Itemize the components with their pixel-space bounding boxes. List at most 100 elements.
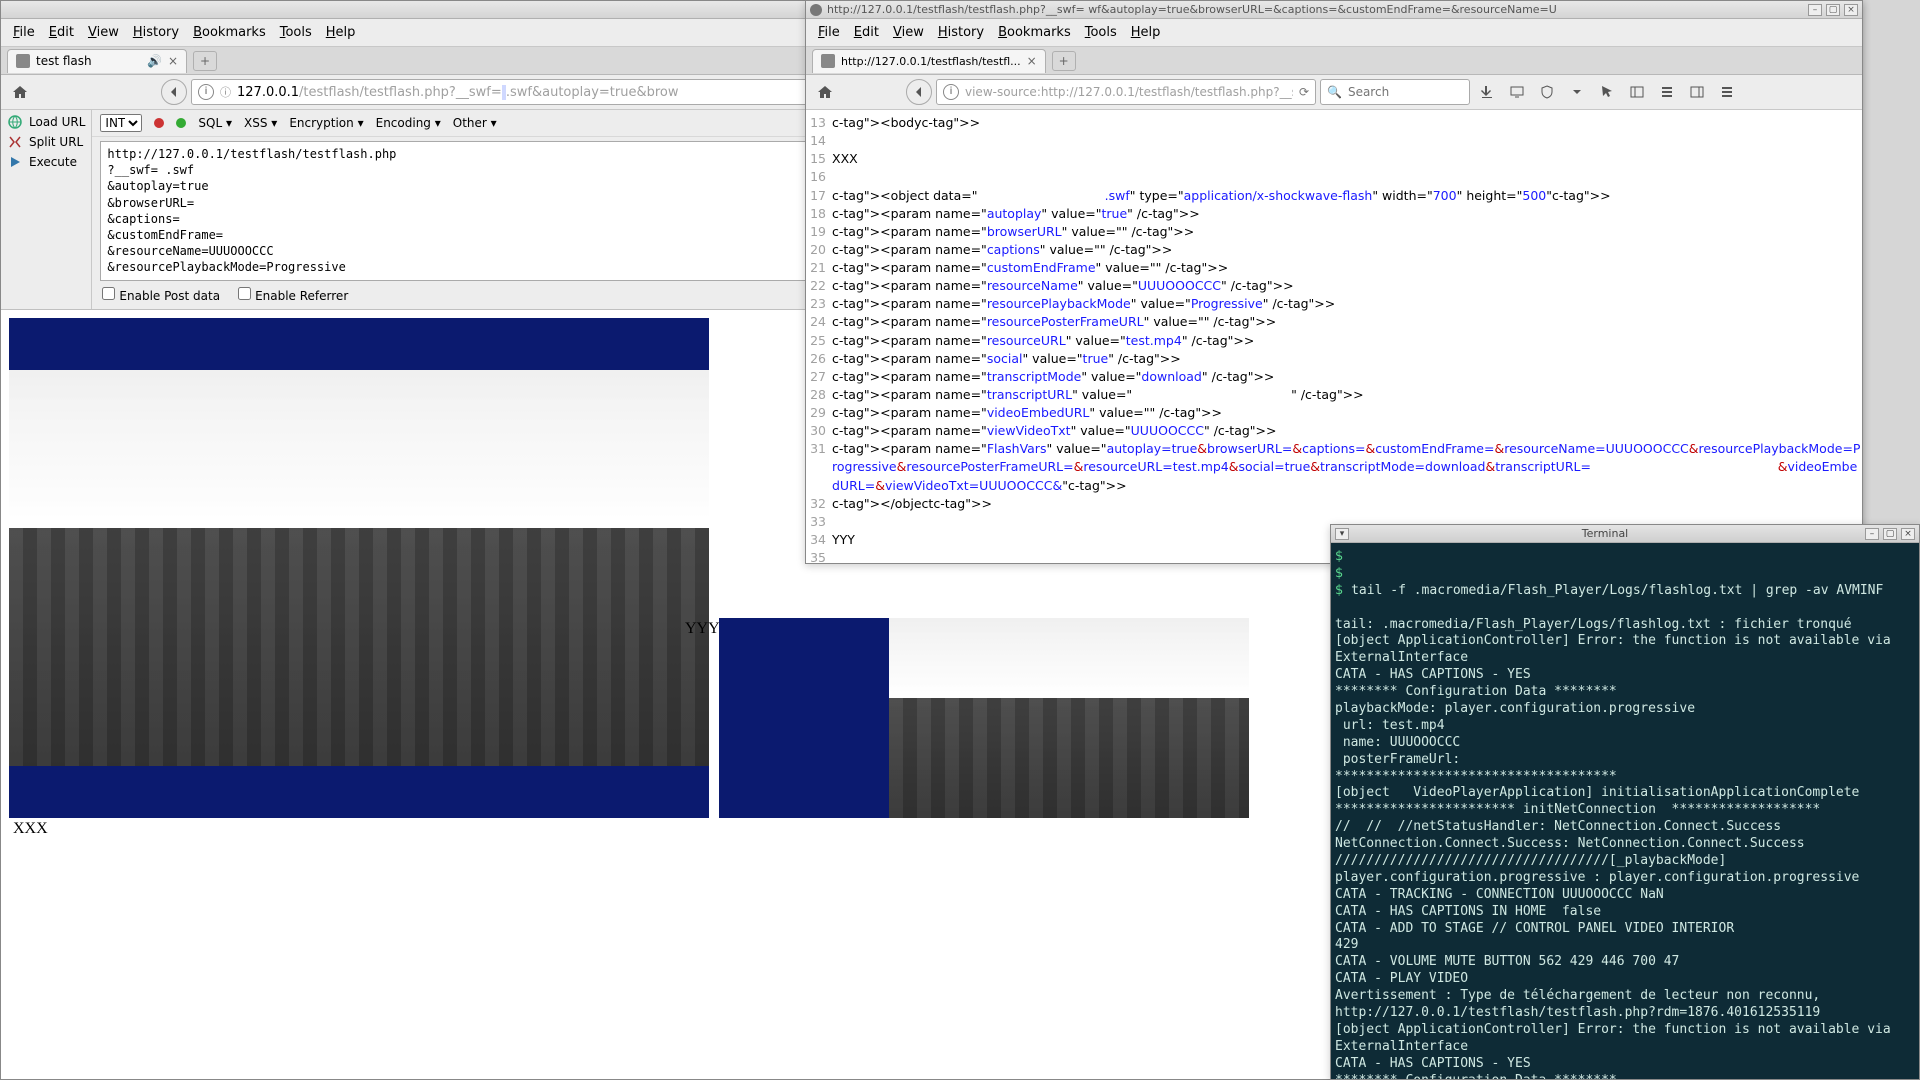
menu-file[interactable]: File (812, 23, 846, 42)
menu-view[interactable]: View (887, 23, 930, 42)
titlebar[interactable]: ▾ Terminal – ▢ × (1331, 525, 1919, 543)
tab-favicon (821, 54, 835, 68)
window-close-button[interactable]: × (1901, 528, 1915, 540)
menubar[interactable]: FileEditViewHistoryBookmarksToolsHelp (806, 19, 1862, 47)
home-icon (817, 84, 833, 100)
dropdown-button[interactable] (1564, 79, 1590, 105)
hackbar-menu-xss[interactable]: XSS ▾ (244, 116, 277, 130)
window-close-button[interactable]: × (1844, 4, 1858, 16)
menu-help[interactable]: Help (1125, 23, 1167, 42)
menu-tools[interactable]: Tools (1079, 23, 1123, 42)
tabstrip[interactable]: http://127.0.0.1/testflash/testfl... × + (806, 47, 1862, 75)
back-button[interactable] (161, 79, 187, 105)
terminal-title: Terminal (1582, 527, 1629, 540)
titlebar[interactable]: http://127.0.0.1/testflash/testflash.php… (806, 1, 1862, 19)
url-text: view-source:http://127.0.0.1/testflash/t… (965, 85, 1293, 99)
home-button[interactable] (7, 79, 33, 105)
globe-icon (7, 114, 23, 130)
source-line: 27c-tag"><param name="transcriptMode" va… (806, 368, 1862, 386)
split-icon (7, 134, 23, 150)
back-button[interactable] (906, 79, 932, 105)
url-bar[interactable]: i view-source:http://127.0.0.1/testflash… (936, 79, 1316, 105)
source-line: 29c-tag"><param name="videoEmbedURL" val… (806, 404, 1862, 422)
hackbar-enable-referrer[interactable]: Enable Referrer (238, 287, 348, 303)
flash-object-2[interactable] (719, 618, 1249, 818)
terminal-window[interactable]: ▾ Terminal – ▢ × $ $ $ tail -f .macromed… (1330, 524, 1920, 1080)
extension-button[interactable] (1534, 79, 1560, 105)
window-minimize-button[interactable]: – (1808, 4, 1822, 16)
sidebar-button[interactable] (1624, 79, 1650, 105)
menu-help[interactable]: Help (320, 23, 362, 42)
reload-icon[interactable]: ⟳ (1299, 85, 1309, 99)
source-line: 19c-tag"><param name="browserURL" value=… (806, 223, 1862, 241)
pick-element-button[interactable] (1594, 79, 1620, 105)
site-info-icon[interactable]: i (198, 84, 214, 100)
new-tab-button[interactable]: + (1052, 51, 1076, 71)
tab-mute-icon[interactable]: 🔊 (147, 54, 162, 68)
tab-favicon (16, 54, 30, 68)
label-xxx: XXX (9, 818, 709, 840)
firefox-window-viewsource[interactable]: http://127.0.0.1/testflash/testflash.php… (805, 0, 1863, 564)
terminal-output[interactable]: $ $ $ tail -f .macromedia/Flash_Player/L… (1331, 543, 1919, 1079)
hamburger-icon (1719, 84, 1735, 100)
home-icon (12, 84, 28, 100)
shield-icon (1539, 84, 1555, 100)
menu-history[interactable]: History (932, 23, 990, 42)
downloads-button[interactable] (1474, 79, 1500, 105)
hackbar-db-select[interactable]: INT (100, 114, 142, 132)
menu-edit[interactable]: Edit (848, 23, 885, 42)
tab-close-icon[interactable]: × (1027, 54, 1037, 68)
menu-edit[interactable]: Edit (43, 23, 80, 42)
connection-icon: ⓘ (220, 84, 231, 100)
hackbar-menu-other[interactable]: Other ▾ (453, 116, 497, 130)
hackbar-split-url[interactable]: Split URL (7, 134, 85, 150)
hackbar-execute[interactable]: Execute (7, 154, 85, 170)
menu-bookmarks[interactable]: Bookmarks (992, 23, 1077, 42)
menu-bookmarks[interactable]: Bookmarks (187, 23, 272, 42)
hackbar-menu-sql[interactable]: SQL ▾ (198, 116, 232, 130)
label-yyy: YYY (681, 618, 1211, 640)
panel-icon (1629, 84, 1645, 100)
hackbar-load-url[interactable]: Load URL (7, 114, 85, 130)
tab-viewsource[interactable]: http://127.0.0.1/testflash/testfl... × (812, 49, 1046, 73)
tab-close-icon[interactable]: × (168, 54, 178, 68)
search-input[interactable] (1348, 85, 1463, 99)
home-button[interactable] (812, 79, 838, 105)
terminal-menu-button[interactable]: ▾ (1335, 528, 1349, 540)
source-line: 18c-tag"><param name="autoplay" value="t… (806, 205, 1862, 223)
app-menu-button[interactable] (1654, 79, 1680, 105)
titlebar-text: http://127.0.0.1/testflash/testflash.php… (827, 3, 1557, 16)
new-tab-button[interactable]: + (193, 51, 217, 71)
source-line: 15XXX (806, 150, 1862, 168)
source-line: 24c-tag"><param name="resourcePosterFram… (806, 313, 1862, 331)
flash-object-1[interactable] (9, 318, 709, 818)
panel-right-button[interactable] (1684, 79, 1710, 105)
dot-red-icon[interactable] (154, 118, 164, 128)
window-maximize-button[interactable]: ▢ (1883, 528, 1897, 540)
view-source-content[interactable]: 13c-tag"><bodyc-tag">>1415XXX1617c-tag">… (806, 110, 1862, 563)
arrow-left-icon (911, 84, 927, 100)
hackbar-menu-encoding[interactable]: Encoding ▾ (376, 116, 441, 130)
hamburger-icon (1659, 84, 1675, 100)
dot-green-icon[interactable] (176, 118, 186, 128)
window-maximize-button[interactable]: ▢ (1826, 4, 1840, 16)
cursor-icon (1599, 84, 1615, 100)
menu-history[interactable]: History (127, 23, 185, 42)
hackbar-menu-encryption[interactable]: Encryption ▾ (289, 116, 363, 130)
site-info-icon[interactable]: i (943, 84, 959, 100)
hackbar-enable-post[interactable]: Enable Post data (102, 287, 220, 303)
screenshot-button[interactable] (1504, 79, 1530, 105)
source-line: 17c-tag"><object data=" .swf" type="appl… (806, 187, 1862, 205)
search-box[interactable]: 🔍 (1320, 79, 1470, 105)
menu-file[interactable]: File (7, 23, 41, 42)
menu-view[interactable]: View (82, 23, 125, 42)
source-line: 13c-tag"><bodyc-tag">> (806, 114, 1862, 132)
overflow-menu-button[interactable] (1714, 79, 1740, 105)
window-minimize-button[interactable]: – (1865, 528, 1879, 540)
tab-testflash[interactable]: test flash 🔊 × (7, 49, 187, 73)
navbar: i view-source:http://127.0.0.1/testflash… (806, 75, 1862, 110)
titlebar-favicon (810, 4, 822, 16)
search-icon: 🔍 (1327, 85, 1342, 99)
source-line: 21c-tag"><param name="customEndFrame" va… (806, 259, 1862, 277)
menu-tools[interactable]: Tools (274, 23, 318, 42)
